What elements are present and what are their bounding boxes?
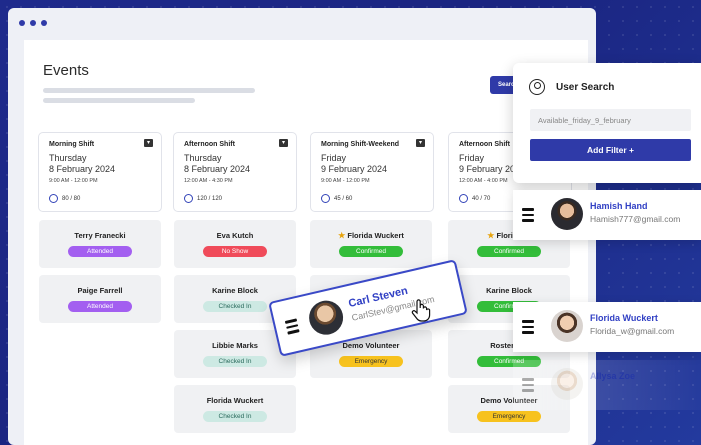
shift-card[interactable]: ▾ Morning Shift Thursday 8 February 2024… [38,132,162,212]
attendee-name: Eva Kutch [216,231,254,240]
window-dot[interactable] [30,20,36,26]
chevron-down-icon[interactable]: ▾ [279,139,288,147]
status-badge: Checked In [203,356,267,367]
person-card[interactable]: Hamish Hand Hamish777@gmail.com [513,190,701,240]
shift-time: 9:00 AM - 12:00 PM [321,178,370,184]
attendee-card[interactable]: Florida Wuckert Checked In [174,385,296,433]
shift-date: 8 February 2024 [49,164,116,174]
attendee-card[interactable]: Paige Farrell Attended [39,275,161,323]
shift-capacity: 80 / 80 [49,194,151,203]
star-icon: ★ [338,231,346,240]
status-badge: Attended [68,301,132,312]
drag-handle-icon[interactable] [522,208,534,225]
window-dot[interactable] [41,20,47,26]
shift-date: 8 February 2024 [184,164,251,174]
status-badge: Checked In [203,301,267,312]
status-badge: Confirmed [477,246,541,257]
attendee-name: Karine Block [486,286,532,295]
status-badge: Emergency [477,411,541,422]
person-email: Hamish777@gmail.com [590,214,681,224]
attendee-card[interactable]: Eva Kutch No Show [174,220,296,268]
drag-handle-icon[interactable] [284,318,300,337]
attendee-name-text: Florida Wuckert [347,231,404,240]
shift-time: 9:00 AM - 12:00 PM [49,178,98,184]
star-icon: ★ [487,231,495,240]
capacity-count: 45 / 60 [334,195,353,202]
shift-day: Thursday [49,153,87,163]
status-badge: Checked In [203,411,267,422]
people-icon [321,194,330,203]
shift-day: Thursday [184,153,222,163]
shift-capacity: 120 / 120 [184,194,286,203]
people-icon [459,194,468,203]
attendee-name: Florida Wuckert [206,396,264,405]
shift-date: 9 February 2024 [321,164,388,174]
capacity-count: 120 / 120 [197,195,223,202]
shift-capacity: 45 / 60 [321,194,423,203]
avatar [551,368,583,400]
status-badge: Emergency [339,356,403,367]
status-badge: Attended [68,246,132,257]
avatar [305,297,347,339]
placeholder-line [43,98,195,103]
avatar [551,310,583,342]
events-panel: Events Searc ▾ Morning Shift Thursday 8 … [24,40,588,445]
panel-title: User Search [556,82,615,93]
shift-name: Morning Shift [49,141,95,148]
hand-cursor-icon [411,299,431,322]
attendee-name: Paige Farrell [77,286,123,295]
status-badge: Confirmed [339,246,403,257]
avatar [551,198,583,230]
chevron-down-icon[interactable]: ▾ [416,139,425,147]
window-dot[interactable] [19,20,25,26]
app-window: Events Searc ▾ Morning Shift Thursday 8 … [8,8,596,445]
attendee-name: ★ Florida Wuckert [310,231,432,240]
placeholder-line [43,88,255,93]
person-name: Allysa Zoe [590,371,636,381]
drag-handle-icon[interactable] [522,320,534,337]
attendee-card[interactable]: ★ Florida Wuckert Confirmed [310,220,432,268]
add-filter-button[interactable]: Add Filter + [530,139,691,161]
user-search-panel: User Search Available_friday_9_february … [513,63,701,183]
attendee-name: Karine Block [212,286,258,295]
shift-name: Morning Shift-Weekend [321,141,400,148]
capacity-count: 80 / 80 [62,195,81,202]
search-input[interactable]: Available_friday_9_february [530,109,691,131]
person-card[interactable]: Allysa Zoe [513,360,701,410]
shift-card[interactable]: ▾ Afternoon Shift Thursday 8 February 20… [173,132,297,212]
shift-name: Afternoon Shift [184,141,235,148]
attendee-name: Terry Franecki [74,231,126,240]
capacity-count: 40 / 70 [472,195,491,202]
people-icon [184,194,193,203]
person-card[interactable]: Florida Wuckert Florida_w@gmail.com [513,302,701,352]
chevron-down-icon[interactable]: ▾ [144,139,153,147]
shift-day: Friday [321,153,347,163]
shift-time: 12:00 AM - 4:30 PM [184,178,233,184]
person-email: Florida_w@gmail.com [590,326,675,336]
shift-card[interactable]: ▾ Morning Shift-Weekend Friday 9 Februar… [310,132,434,212]
drag-handle-icon[interactable] [522,378,534,395]
people-icon [49,194,58,203]
status-badge: No Show [203,246,267,257]
attendee-card[interactable]: Terry Franecki Attended [39,220,161,268]
page-title: Events [43,62,89,79]
person-name: Florida Wuckert [590,313,658,323]
person-name: Hamish Hand [590,201,648,211]
window-controls [19,20,47,26]
user-icon [529,79,545,95]
